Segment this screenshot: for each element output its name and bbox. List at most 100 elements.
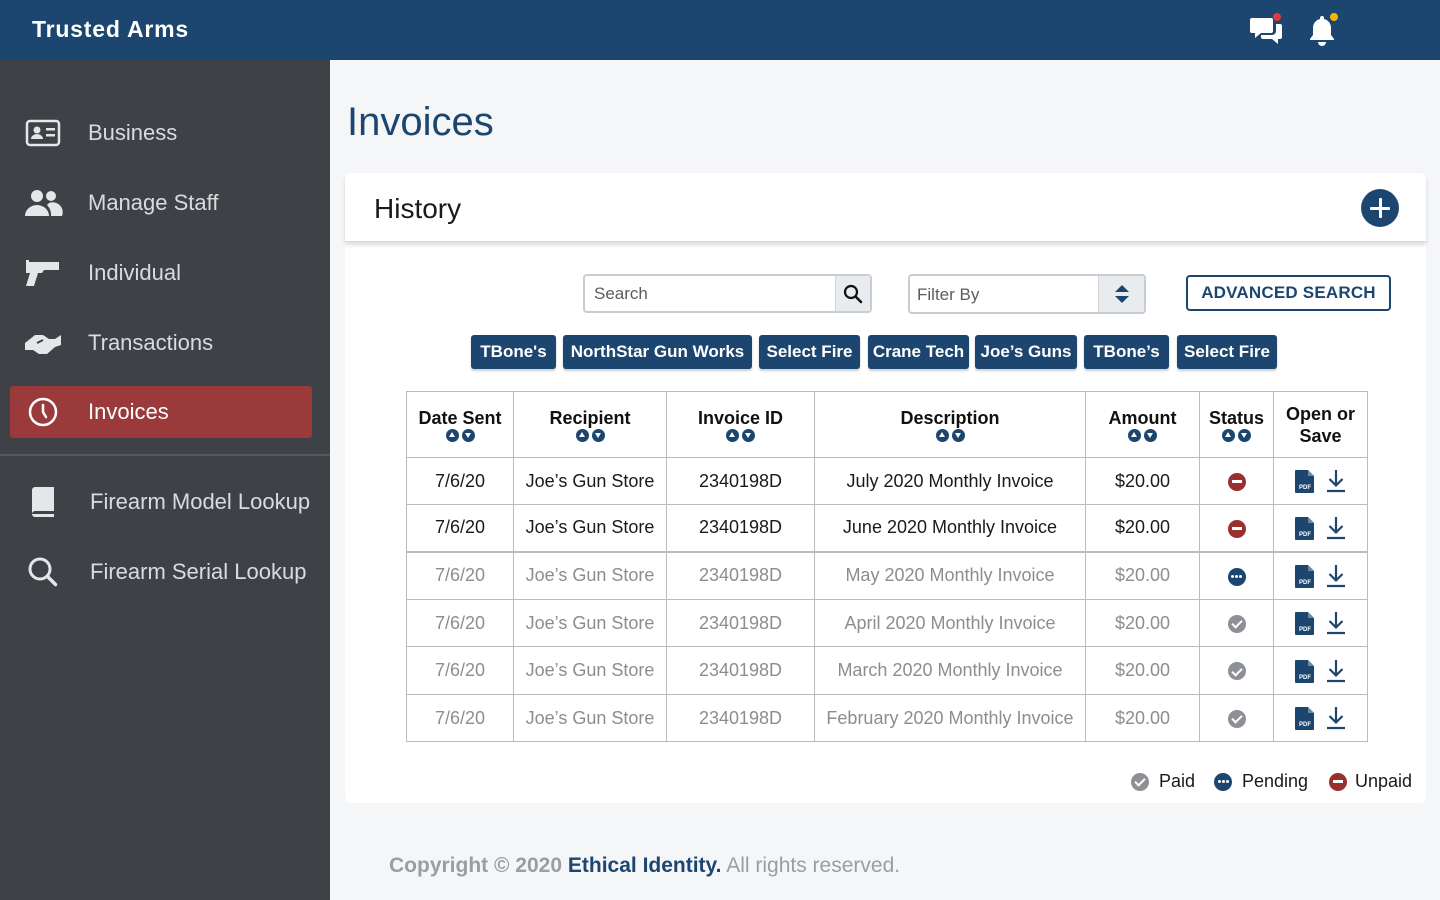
filter-chip[interactable]: Select Fire (759, 335, 860, 369)
cell-invoice-id: 2340198D (666, 694, 815, 742)
footer-copyright: Copyright (389, 854, 489, 877)
svg-text:PDF: PDF (1299, 722, 1311, 728)
unpaid-status-icon (1227, 519, 1246, 538)
column-header-label: Description (900, 408, 1000, 428)
download-icon[interactable] (1325, 610, 1347, 636)
cell-amount: $20.00 (1085, 457, 1200, 505)
cell-date-sent: 7/6/20 (406, 504, 514, 552)
paid-status-icon (1227, 709, 1246, 728)
sidebar-item-individual[interactable]: Individual (10, 247, 312, 299)
cell-date-sent: 7/6/20 (406, 694, 514, 742)
sort-up-icon[interactable] (575, 429, 589, 442)
cell-recipient: Joe’s Gun Store (513, 694, 667, 742)
column-header-description: Description (814, 391, 1086, 458)
cell-amount: $20.00 (1085, 599, 1200, 647)
sidebar-item-label: Individual (88, 260, 181, 285)
filter-chip[interactable]: Joe’s Guns (975, 335, 1077, 369)
filter-chip[interactable]: NorthStar Gun Works (563, 335, 752, 369)
chat-icon[interactable] (1249, 12, 1285, 48)
id-card-icon (12, 107, 74, 159)
search-button[interactable] (835, 276, 870, 311)
sort-up-icon[interactable] (726, 429, 739, 442)
cell-status (1199, 694, 1274, 742)
cell-invoice-id: 2340198D (666, 550, 815, 600)
sort-down-icon[interactable] (461, 429, 475, 442)
sidebar-item-firearm-serial-lookup[interactable]: Firearm Serial Lookup (10, 546, 312, 598)
history-title: History (374, 193, 462, 224)
footer-rights: All rights reserved. (726, 854, 901, 877)
download-icon[interactable] (1325, 468, 1347, 494)
invoice-table: Date Sent Recipient Invoice ID Descripti… (406, 391, 1368, 742)
cell-open-or-save: PDF (1273, 694, 1368, 742)
brand-title: Trusted Arms (32, 16, 190, 42)
pdf-file-icon[interactable]: PDF (1294, 610, 1316, 636)
cell-open-or-save: PDF (1273, 504, 1368, 552)
pdf-file-icon[interactable]: PDF (1294, 468, 1316, 494)
filter-select[interactable]: Filter By (908, 274, 1146, 314)
sidebar-item-transactions[interactable]: Transactions (10, 317, 312, 369)
pdf-file-icon[interactable]: PDF (1294, 515, 1316, 541)
top-bar: Trusted Arms (0, 0, 1440, 60)
bell-icon[interactable] (1304, 12, 1340, 48)
cell-invoice-id: 2340198D (666, 457, 815, 505)
sort-controls (514, 429, 666, 442)
sidebar-item-business[interactable]: Business (10, 107, 312, 159)
download-icon[interactable] (1325, 563, 1347, 589)
sort-down-icon[interactable] (951, 429, 965, 442)
cell-recipient: Joe’s Gun Store (513, 599, 667, 647)
search-box (583, 274, 872, 313)
sort-down-icon[interactable] (742, 429, 755, 442)
cell-date-sent: 7/6/20 (406, 646, 514, 695)
sort-up-icon[interactable] (445, 429, 459, 442)
column-header-label: Date Sent (418, 408, 502, 428)
pending-status-icon (1227, 567, 1246, 586)
sort-down-icon[interactable] (1144, 429, 1157, 442)
filter-chip[interactable]: Crane Tech (868, 335, 969, 369)
column-header-label: Invoice ID (697, 408, 784, 428)
sidebar-item-label: Manage Staff (88, 190, 219, 215)
filter-label: Filter By (917, 285, 980, 304)
search-input[interactable] (585, 276, 835, 311)
sort-controls (667, 429, 814, 442)
filter-chip[interactable]: TBone’s (1084, 335, 1169, 369)
sort-down-icon[interactable] (591, 429, 605, 442)
download-icon[interactable] (1325, 658, 1347, 684)
sort-up-icon[interactable] (1128, 429, 1141, 442)
pending-status-icon (1214, 772, 1232, 791)
sidebar-item-invoices[interactable]: Invoices (10, 386, 312, 438)
sort-down-icon[interactable] (1238, 429, 1251, 442)
pdf-file-icon[interactable]: PDF (1294, 563, 1316, 589)
pdf-file-icon[interactable]: PDF (1294, 705, 1316, 731)
paid-status-icon (1227, 614, 1246, 633)
advanced-search-button[interactable]: ADVANCED SEARCH (1186, 275, 1391, 311)
column-header-label: Save (1299, 425, 1342, 446)
cell-description: April 2020 Monthly Invoice (814, 599, 1086, 647)
sidebar-item-manage-staff[interactable]: Manage Staff (10, 177, 312, 229)
cell-date-sent: 7/6/20 (406, 550, 514, 600)
cell-open-or-save: PDF (1273, 646, 1368, 695)
sort-up-icon[interactable] (1222, 429, 1235, 442)
search-icon (12, 546, 74, 598)
cell-amount: $20.00 (1085, 504, 1200, 552)
sort-arrows-icon (1098, 276, 1144, 312)
cell-amount: $20.00 (1085, 694, 1200, 742)
pdf-file-icon[interactable]: PDF (1294, 658, 1316, 684)
cell-recipient: Joe’s Gun Store (513, 646, 667, 695)
page-title: Invoices (347, 100, 494, 144)
sort-up-icon[interactable] (935, 429, 949, 442)
paid-status-icon (1131, 772, 1149, 791)
add-invoice-button[interactable] (1361, 189, 1399, 227)
download-icon[interactable] (1325, 515, 1347, 541)
footer-company-link[interactable]: Ethical Identity. (568, 854, 722, 877)
column-header-recipient: Recipient (513, 391, 667, 458)
filter-chip[interactable]: TBone's (471, 335, 556, 369)
sidebar-item-firearm-model-lookup[interactable]: Firearm Model Lookup (10, 476, 312, 528)
cell-invoice-id: 2340198D (666, 599, 815, 647)
download-icon[interactable] (1325, 705, 1347, 731)
filter-chip[interactable]: Select Fire (1177, 335, 1277, 369)
cell-open-or-save: PDF (1273, 599, 1368, 647)
table-row: 7/6/20 Joe’s Gun Store 2340198D July 2020 M… (406, 457, 1368, 505)
legend-unpaid: Unpaid (1329, 771, 1412, 792)
column-header-label: Amount (1108, 408, 1177, 428)
cell-amount: $20.00 (1085, 646, 1200, 695)
